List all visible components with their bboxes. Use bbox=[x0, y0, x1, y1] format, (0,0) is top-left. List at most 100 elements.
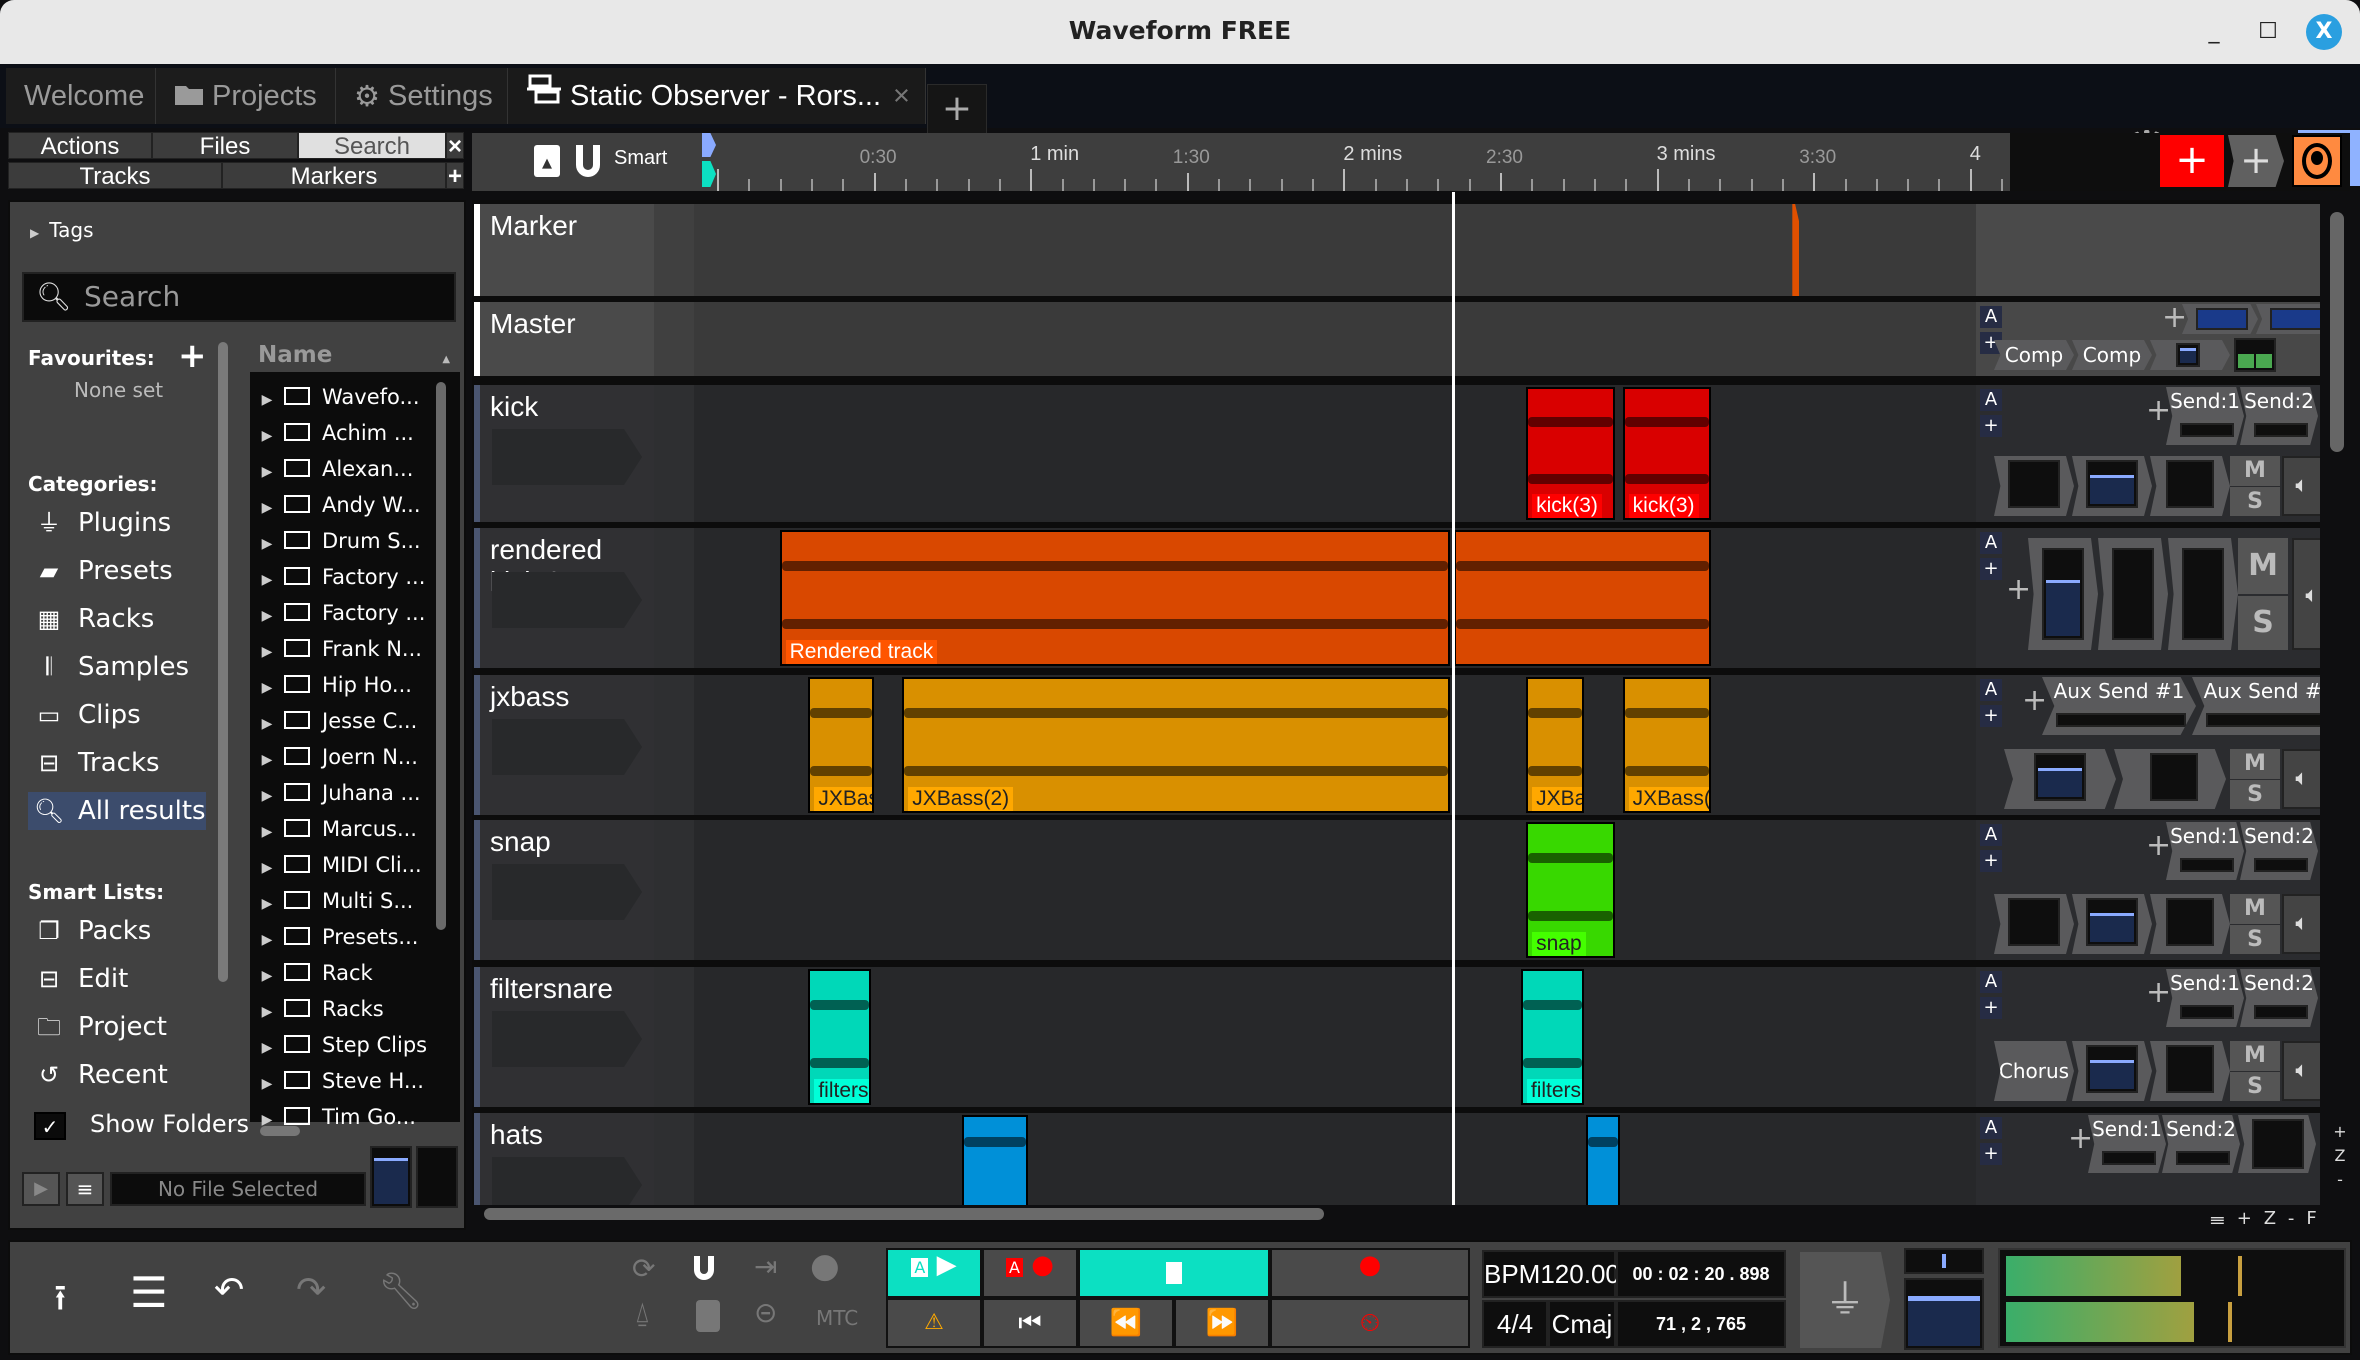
mute-button[interactable]: M bbox=[2230, 894, 2280, 924]
minimize-button[interactable]: _ bbox=[2196, 14, 2232, 50]
plugin-slot-chorus[interactable]: Chorus bbox=[1994, 1041, 2074, 1101]
folder-row[interactable]: ▶ Racks bbox=[250, 992, 440, 1026]
add-plugin-button[interactable]: + bbox=[2146, 393, 2171, 428]
warning-icon[interactable]: ⚠ bbox=[886, 1298, 982, 1348]
file-tree-hscroll[interactable] bbox=[260, 1126, 300, 1136]
track-name[interactable]: kick bbox=[490, 391, 538, 423]
menu-icon[interactable]: ☰ bbox=[130, 1268, 168, 1317]
speaker-icon[interactable]: 🔈︎ bbox=[2292, 538, 2320, 650]
track-header[interactable]: hats bbox=[474, 1113, 654, 1205]
clip[interactable] bbox=[1586, 1115, 1621, 1205]
track-header[interactable]: jxbass bbox=[474, 675, 654, 815]
preview-volume-slider[interactable] bbox=[370, 1146, 412, 1208]
automation-button[interactable]: A bbox=[1980, 1117, 2002, 1139]
export-icon[interactable]: ⭱ bbox=[54, 1272, 67, 1333]
stop-button[interactable] bbox=[1078, 1248, 1270, 1298]
auto-record-button[interactable]: A ● bbox=[982, 1248, 1078, 1298]
expand-icon[interactable]: ▶ bbox=[250, 779, 284, 813]
record-button[interactable]: ● bbox=[1270, 1248, 1470, 1298]
clip[interactable]: JXBass(2) bbox=[902, 677, 1451, 813]
track-name[interactable]: Master bbox=[490, 308, 576, 340]
expand-icon[interactable]: ▶ bbox=[250, 815, 284, 849]
folder-row[interactable]: ▶ Jesse C... bbox=[250, 704, 440, 738]
expand-icon[interactable]: ▶ bbox=[250, 743, 284, 777]
add-automation-button[interactable]: + bbox=[1980, 850, 2002, 872]
auto-play-button[interactable]: A ▶ bbox=[886, 1248, 982, 1298]
automation-button[interactable]: A bbox=[1980, 389, 2002, 411]
track-lane[interactable]: kick(3) kick(3) bbox=[654, 385, 1976, 522]
add-folder-button[interactable]: + bbox=[2228, 135, 2284, 187]
midi-icon[interactable]: ● bbox=[810, 1246, 840, 1286]
track-lane[interactable]: JXBass(2) JXBass(2) JXBass(2) JXBass(2) bbox=[654, 675, 1976, 815]
sidebar-item-project[interactable]: 🗀 Project bbox=[28, 1008, 218, 1046]
track-name[interactable]: hats bbox=[490, 1119, 543, 1151]
track-header[interactable]: Marker bbox=[474, 204, 654, 296]
expand-icon[interactable]: ▶ bbox=[250, 959, 284, 993]
solo-button[interactable]: S bbox=[2230, 487, 2280, 516]
file-tree-scrollbar[interactable] bbox=[436, 382, 446, 930]
automation-button[interactable]: A bbox=[1980, 824, 2002, 846]
add-plugin-button[interactable]: + bbox=[2146, 828, 2171, 863]
add-automation-button[interactable]: + bbox=[1980, 558, 2002, 580]
show-folders-checkbox[interactable]: ✓ bbox=[34, 1112, 66, 1140]
expand-icon[interactable]: ▶ bbox=[250, 455, 284, 489]
add-plugin-button[interactable]: + bbox=[2006, 572, 2031, 607]
send-slot[interactable]: Send:2 bbox=[2240, 822, 2318, 880]
zoom-fit-button[interactable]: Z bbox=[2264, 1208, 2288, 1229]
tags-toggle[interactable]: ▶ Tags bbox=[30, 218, 94, 242]
expand-icon[interactable]: ▶ bbox=[250, 491, 284, 525]
solo-button[interactable]: S bbox=[2230, 780, 2280, 809]
bars-display[interactable]: 71 , 2 , 765 bbox=[1616, 1300, 1786, 1348]
zoom-out-button[interactable]: - bbox=[2288, 1208, 2307, 1229]
track-name[interactable]: snap bbox=[490, 826, 551, 858]
categories-scrollbar[interactable] bbox=[218, 342, 228, 982]
marker-flag[interactable] bbox=[1792, 204, 1800, 296]
sidebar-close-button[interactable]: × bbox=[446, 132, 464, 160]
mute-button[interactable]: M bbox=[2238, 538, 2288, 594]
plugin-slot-meter[interactable] bbox=[2150, 894, 2230, 954]
loop-icon[interactable]: ⟳ bbox=[632, 1252, 655, 1285]
plugin-slot-meter[interactable] bbox=[2150, 456, 2230, 516]
folder-row[interactable]: ▶ MIDI Cli... bbox=[250, 848, 440, 882]
master-plugin-icon[interactable]: ⏚ bbox=[1800, 1252, 1890, 1348]
automation-button[interactable]: A bbox=[1980, 971, 2002, 993]
plugin-slot-volume[interactable] bbox=[2028, 538, 2098, 650]
mtc-label[interactable]: MTC bbox=[816, 1306, 858, 1330]
sidebar-item-samples[interactable]: 𝄃 Samples bbox=[28, 648, 218, 686]
clip[interactable]: filtersnre bbox=[1520, 969, 1584, 1105]
sync-icon[interactable]: ⊝ bbox=[754, 1296, 777, 1329]
track-name[interactable]: jxbass bbox=[490, 681, 569, 713]
plugin-slot-eq[interactable] bbox=[2182, 304, 2258, 334]
horizontal-scrollbar[interactable] bbox=[484, 1208, 1324, 1220]
snap-mode-label[interactable]: Smart bbox=[614, 147, 667, 170]
folder-row[interactable]: ▶ Rack bbox=[250, 956, 440, 990]
track-input-selector[interactable] bbox=[492, 1157, 642, 1205]
send-slot[interactable]: Send:1 bbox=[2166, 822, 2244, 880]
send-slot[interactable]: Send:2 bbox=[2240, 969, 2318, 1027]
expand-icon[interactable]: ▶ bbox=[250, 1067, 284, 1101]
plugin-slot-eq[interactable] bbox=[1994, 894, 2074, 954]
preview-play-button[interactable]: ▶ bbox=[22, 1172, 60, 1206]
clip[interactable]: snap bbox=[1526, 822, 1615, 958]
waveform-zoom-icon[interactable]: 𝍢 bbox=[2210, 1208, 2237, 1229]
sidebar-tab-tracks[interactable]: Tracks bbox=[8, 162, 222, 190]
new-tab-button[interactable]: + bbox=[927, 84, 987, 136]
zoom-full-button[interactable]: F bbox=[2306, 1208, 2328, 1229]
plugin-slot-volume[interactable] bbox=[2072, 894, 2152, 954]
expand-icon[interactable]: ▶ bbox=[250, 563, 284, 597]
track-lane[interactable] bbox=[654, 302, 1976, 376]
automation-button[interactable]: A bbox=[1980, 532, 2002, 554]
sidebar-item-racks[interactable]: ▦ Racks bbox=[28, 600, 218, 638]
clip[interactable]: JXBass(2) bbox=[808, 677, 874, 813]
track-name[interactable]: filtersnare bbox=[490, 973, 613, 1005]
solo-button[interactable]: S bbox=[2238, 596, 2288, 650]
expand-icon[interactable]: ▶ bbox=[250, 527, 284, 561]
add-automation-button[interactable]: + bbox=[1980, 415, 2002, 437]
clip[interactable]: Rendered track bbox=[779, 530, 1451, 666]
add-plugin-button[interactable]: + bbox=[2146, 975, 2171, 1010]
metronome-icon[interactable]: ⍙ bbox=[634, 1296, 651, 1330]
automation-button[interactable]: A bbox=[1980, 306, 2002, 328]
close-button[interactable]: X bbox=[2306, 14, 2342, 50]
track-header[interactable]: filtersnare bbox=[474, 967, 654, 1107]
folder-row[interactable]: ▶ Factory ... bbox=[250, 596, 440, 630]
